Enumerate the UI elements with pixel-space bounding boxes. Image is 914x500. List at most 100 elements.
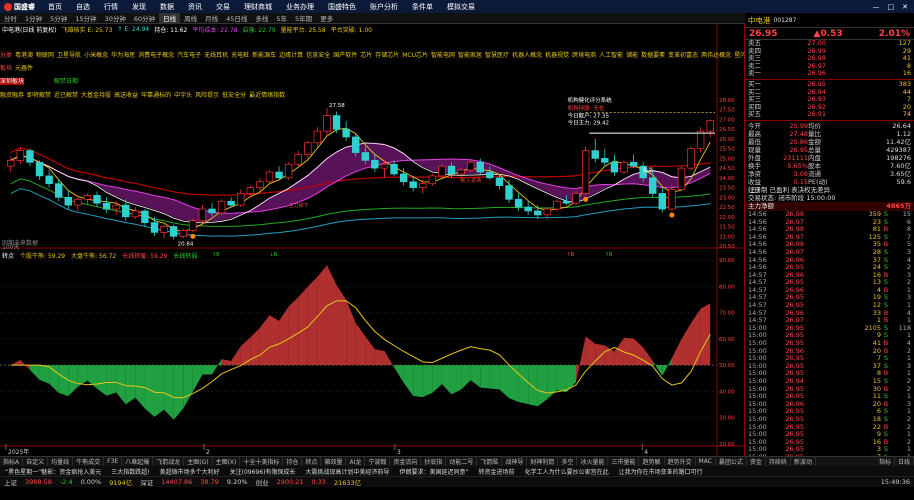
right-tab[interactable]: 日线: [895, 457, 914, 466]
tag[interactable]: 风险提示: [195, 92, 219, 99]
tag[interactable]: 充电桩: [231, 52, 249, 59]
period-tab[interactable]: 30分钟: [101, 13, 130, 23]
tag[interactable]: 变革初富态: [668, 52, 698, 59]
tag[interactable]: 融资融券: [0, 92, 24, 99]
tag[interactable]: 大基金持股: [81, 92, 111, 99]
menu-item[interactable]: 国盛特色: [321, 2, 363, 12]
period-tab[interactable]: 周线: [180, 13, 201, 23]
news-item[interactable]: 化学工人为什么要炒公家宫在此: [520, 467, 614, 476]
news-item[interactable]: 让我为你在市场变革的路口可行: [614, 467, 708, 476]
period-tab[interactable]: 60分钟: [130, 13, 159, 23]
indicator-tab[interactable]: 飞箭眩: [477, 457, 503, 466]
tag[interactable]: 物联网: [36, 52, 54, 59]
indicator-tab[interactable]: 持续统: [766, 457, 791, 466]
close-button[interactable]: ✕: [902, 3, 908, 11]
tag[interactable]: 边缘计算: [279, 52, 303, 59]
news-item[interactable]: “黑色星期一”魅影：资金疯抢入美元: [0, 467, 106, 476]
indicator-tab[interactable]: 均量线: [48, 457, 74, 466]
minimize-button[interactable]: —: [873, 3, 880, 11]
indicator-tab[interactable]: 多空: [558, 457, 578, 466]
tag[interactable]: 国产软件: [333, 52, 357, 59]
menu-item[interactable]: 理财商城: [237, 2, 279, 12]
indicator-tab[interactable]: 冰火量能: [577, 457, 609, 466]
period-tab[interactable]: 5年: [272, 13, 291, 23]
tag[interactable]: 消费电子概念: [138, 52, 174, 59]
indicator-tab[interactable]: 动能二号: [446, 457, 478, 466]
tag[interactable]: 汽车电子: [177, 52, 201, 59]
indicator-tab[interactable]: F3E: [104, 458, 123, 465]
indicator-tab[interactable]: 三市量能: [608, 457, 640, 466]
tag[interactable]: 即将解禁: [27, 92, 51, 99]
kline-chart[interactable]: 28.00 27.50 27.00 26.50 26.00 25.50 25.00 24.50…: [0, 24, 758, 456]
chart-canvas[interactable]: 28.00 27.50 27.00 26.50 26.00 25.50 25.00 24.50…: [0, 24, 745, 456]
indicator-tab[interactable]: 转点: [302, 457, 322, 466]
tag[interactable]: 芯片: [360, 52, 372, 59]
indicator-tab[interactable]: 主图(G): [184, 457, 213, 466]
tag[interactable]: 数据要素: [641, 52, 665, 59]
news-item[interactable]: 伊朗要求：美国延迟同意”: [394, 467, 473, 476]
menu-item[interactable]: 交易: [209, 2, 237, 12]
indicator-tab[interactable]: 指标A: [0, 457, 24, 466]
tag[interactable]: 储能: [626, 52, 638, 59]
indicator-tab[interactable]: 趋势解: [639, 457, 665, 466]
indicator-tab[interactable]: 抄底指: [421, 457, 447, 466]
tag[interactable]: MCU芯片: [402, 52, 428, 59]
indicator-tab[interactable]: 暴团公式: [716, 457, 747, 466]
indicator-tab[interactable]: 资金流向: [390, 457, 422, 466]
right-tab[interactable]: 指标: [876, 457, 895, 466]
indicator-tab[interactable]: 牛熊成交: [73, 457, 105, 466]
indicator-tab[interactable]: 十全十美指标: [240, 457, 284, 466]
tag[interactable]: 卫星导航: [57, 52, 81, 59]
news-item[interactable]: 三大指数跌超!: [106, 467, 154, 476]
tag[interactable]: 中字头: [174, 92, 192, 99]
tag[interactable]: 两伟达概念: [701, 52, 731, 59]
tag[interactable]: 机器视觉: [545, 52, 569, 59]
menu-item[interactable]: 条件单: [405, 2, 440, 12]
menu-item[interactable]: 模拟交易: [440, 2, 482, 12]
tag[interactable]: 华为海思: [111, 52, 135, 59]
indicator-tab[interactable]: 趋势外交: [665, 457, 696, 466]
tag[interactable]: 新能源车: [252, 52, 276, 59]
tag[interactable]: 机器人概念: [512, 52, 542, 59]
indicator-tab[interactable]: 资金: [747, 457, 766, 466]
news-item[interactable]: 美超微市场多个大利好: [155, 467, 225, 476]
tag[interactable]: 跨境电商: [572, 52, 596, 59]
tag[interactable]: 人工智能: [599, 52, 623, 59]
period-tab[interactable]: 更多: [316, 13, 337, 23]
tag[interactable]: 无线耳机: [204, 52, 228, 59]
indicator-tab[interactable]: MAC: [696, 458, 716, 465]
tag[interactable]: 最近情绪指数: [249, 92, 285, 99]
period-tab[interactable]: 45日线: [222, 13, 251, 23]
news-item[interactable]: 转资金进场前: [474, 467, 520, 476]
tag[interactable]: 牢靠通标的: [141, 92, 171, 99]
menu-item[interactable]: 账户分析: [363, 2, 405, 12]
indicator-tab[interactable]: 持仓: [283, 457, 303, 466]
news-item[interactable]: 大震挑战现高计划中美经济前导: [300, 467, 394, 476]
tag[interactable]: 存储芯片: [375, 52, 399, 59]
tag[interactable]: 粤港澳: [15, 52, 33, 59]
period-tab[interactable]: 5分钟: [46, 13, 71, 23]
maximize-button[interactable]: □: [888, 3, 895, 11]
indicator-tab[interactable]: 战神导: [502, 457, 528, 466]
tag[interactable]: 近已解禁: [54, 92, 78, 99]
menu-item[interactable]: 发现: [125, 2, 153, 12]
news-ticker[interactable]: “黑色星期一”魅影：资金疯抢入美元 三大指数跌超! 美超微市场多个大利好 关注(096…: [0, 466, 914, 476]
indicator-tab[interactable]: 主图(X): [213, 457, 241, 466]
period-tab[interactable]: 5年期: [291, 13, 316, 23]
indicator-tab[interactable]: 箱效量: [321, 457, 347, 466]
indicator-tab[interactable]: 八章起爆: [122, 457, 154, 466]
indicator-tab[interactable]: 自定义: [23, 457, 49, 466]
menu-item[interactable]: 行情: [97, 2, 125, 12]
period-tab[interactable]: 多线: [251, 13, 272, 23]
menu-item[interactable]: 资讯: [181, 2, 209, 12]
period-tab[interactable]: 分时: [0, 13, 21, 23]
indicator-tab[interactable]: 财神利箭: [527, 457, 559, 466]
indicator-tab[interactable]: 宁波翰: [365, 457, 391, 466]
tag[interactable]: 智慧医疗: [485, 52, 509, 59]
period-tab[interactable]: 日线: [159, 13, 181, 23]
tag[interactable]: 解禁日期: [54, 78, 79, 85]
period-tab[interactable]: 15分钟: [71, 13, 100, 23]
menu-item[interactable]: 数据: [153, 2, 181, 12]
menu-item[interactable]: 业务办理: [279, 2, 321, 12]
indicator-tab[interactable]: 新波动: [791, 457, 816, 466]
